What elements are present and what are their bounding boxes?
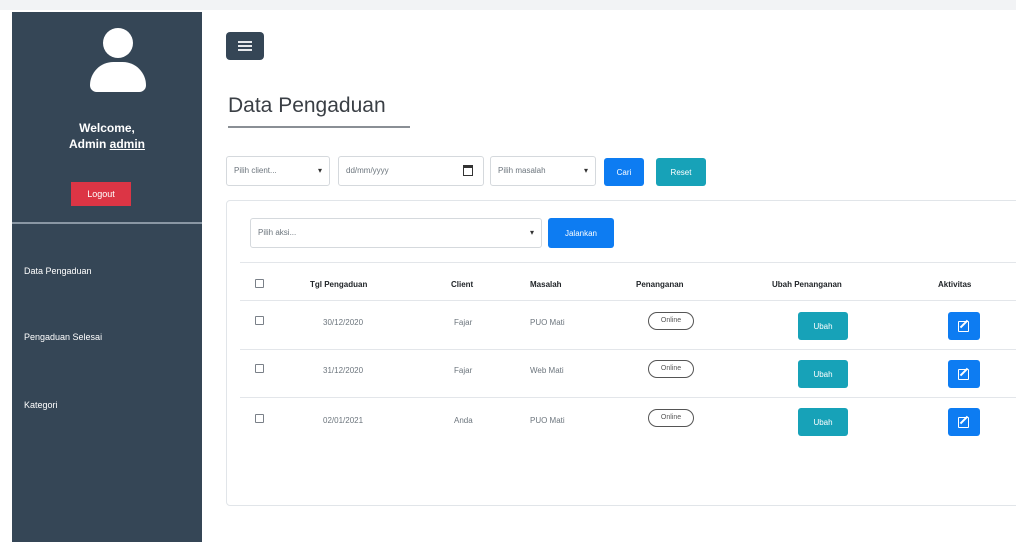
hamburger-icon <box>238 41 252 43</box>
row-checkbox[interactable] <box>255 414 264 423</box>
row-date: 02/01/2021 <box>323 416 364 425</box>
row-masalah: Web Mati <box>530 366 564 375</box>
status-badge: Online <box>648 312 694 330</box>
admin-line: Admin admin <box>12 136 202 152</box>
chevron-down-icon: ▾ <box>317 166 322 175</box>
row-client: Fajar <box>454 366 473 375</box>
chevron-down-icon: ▾ <box>583 166 588 175</box>
menu-toggle-button[interactable] <box>226 32 264 60</box>
admin-prefix: Admin <box>68 137 110 151</box>
reset-button[interactable]: Reset <box>656 158 706 186</box>
row-masalah: PUO Mati <box>530 318 565 327</box>
table-header-top-border <box>240 262 1016 263</box>
row-client: Anda <box>454 416 473 425</box>
row-masalah: PUO Mati <box>530 416 565 425</box>
row-divider <box>240 349 1016 350</box>
user-avatar-icon <box>90 28 146 108</box>
status-badge: Online <box>648 360 694 378</box>
client-select[interactable]: Pilih client... ▾ <box>226 156 330 186</box>
bulk-action-select[interactable]: Pilih aksi... ▾ <box>250 218 542 248</box>
chevron-down-icon: ▾ <box>529 228 534 237</box>
header-ubah-penanganan: Ubah Penanganan <box>772 280 842 289</box>
row-checkbox[interactable] <box>255 364 264 373</box>
row-date: 30/12/2020 <box>323 318 364 327</box>
edit-button[interactable] <box>948 360 980 388</box>
ubah-button[interactable]: Ubah <box>798 312 848 340</box>
run-action-button[interactable]: Jalankan <box>548 218 614 248</box>
table-header-bottom-border <box>240 300 1016 301</box>
edit-button[interactable] <box>948 408 980 436</box>
row-divider <box>240 397 1016 398</box>
title-underline <box>228 126 410 128</box>
header-masalah: Masalah <box>530 280 562 289</box>
welcome-text: Welcome, <box>79 121 135 135</box>
row-date: 31/12/2020 <box>323 366 364 375</box>
sidebar-item-kategori[interactable]: Kategori <box>24 400 58 410</box>
ubah-button[interactable]: Ubah <box>798 408 848 436</box>
row-client: Fajar <box>454 318 473 327</box>
sidebar-divider <box>12 222 202 224</box>
calendar-icon[interactable] <box>463 165 473 176</box>
row-checkbox[interactable] <box>255 316 264 325</box>
top-strip <box>0 0 1016 10</box>
header-aktivitas: Aktivitas <box>938 280 972 289</box>
header-tgl-pengaduan: Tgl Pengaduan <box>310 280 368 289</box>
select-all-checkbox[interactable] <box>255 279 264 288</box>
header-client: Client <box>451 280 474 289</box>
status-badge: Online <box>648 409 694 427</box>
edit-button[interactable] <box>948 312 980 340</box>
date-input[interactable]: dd/mm/yyyy <box>338 156 484 186</box>
search-button[interactable]: Cari <box>604 158 644 186</box>
masalah-select[interactable]: Pilih masalah ▾ <box>490 156 596 186</box>
sidebar: Welcome, Admin admin Logout Data Pengadu… <box>12 12 202 542</box>
logout-button[interactable]: Logout <box>71 182 131 206</box>
sidebar-item-pengaduan-selesai[interactable]: Pengaduan Selesai <box>24 332 102 342</box>
ubah-button[interactable]: Ubah <box>798 360 848 388</box>
header-penanganan: Penanganan <box>636 280 684 289</box>
sidebar-item-data-pengaduan[interactable]: Data Pengaduan <box>24 266 92 276</box>
page-title: Data Pengaduan <box>228 94 386 117</box>
admin-username-link[interactable]: admin <box>110 137 145 151</box>
